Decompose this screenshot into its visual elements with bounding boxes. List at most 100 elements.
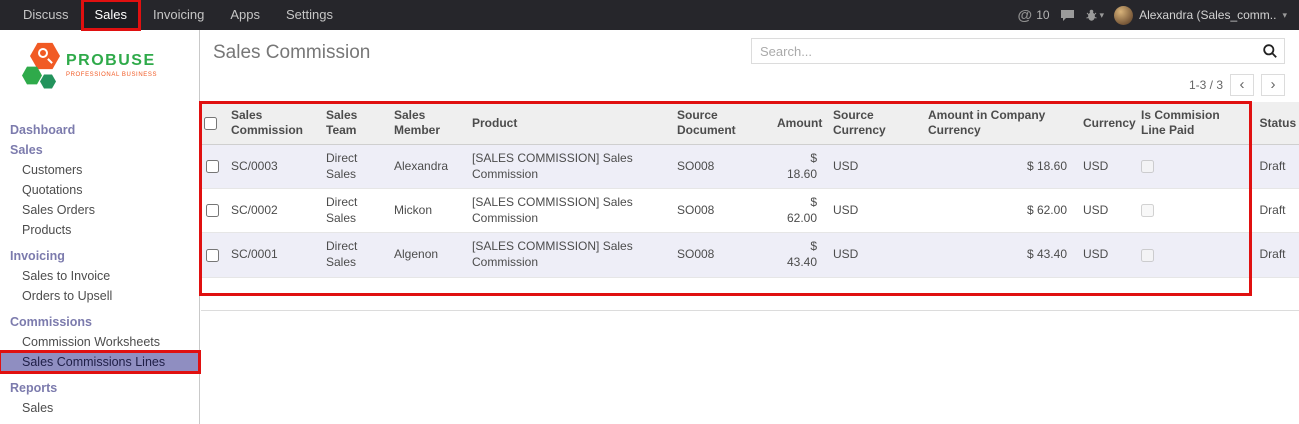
table-row[interactable]: SC/0002 Direct Sales Mickon [SALES COMMI… [201,189,1299,233]
cell-status[interactable]: Draft [1251,233,1299,277]
row-select-checkbox[interactable] [206,160,219,173]
sidebar-item-sales-orders[interactable]: Sales Orders [0,200,199,220]
cell-product[interactable]: [SALES COMMISSION] Sales Commission [464,189,669,233]
sidebar-heading-invoicing[interactable]: Invoicing [0,246,199,266]
cell-source-currency[interactable]: USD [825,233,920,277]
col-header-amount-company-currency[interactable]: Amount in Company Currency [920,102,1075,145]
col-header-source-currency[interactable]: Source Currency [825,102,920,145]
cell-amount[interactable]: $ 18.60 [769,145,825,189]
sidebar-item-customers[interactable]: Customers [0,160,199,180]
is-paid-checkbox [1141,249,1154,262]
sidebar-item-sales-commissions-lines[interactable]: Sales Commissions Lines [0,352,199,372]
select-all-checkbox[interactable] [204,117,217,130]
debug-menu-button[interactable]: ▾ [1085,9,1105,22]
search-box [751,38,1285,64]
search-input[interactable] [752,44,1262,59]
sidebar-item-reports-sales[interactable]: Sales [0,398,199,418]
mention-count: 10 [1036,8,1049,22]
bug-icon [1085,9,1098,22]
menu-settings[interactable]: Settings [273,0,346,30]
sidebar-item-orders-to-upsell[interactable]: Orders to Upsell [0,286,199,306]
sidebar-item-commission-worksheets[interactable]: Commission Worksheets [0,332,199,352]
cell-amount[interactable]: $ 62.00 [769,189,825,233]
col-header-source-document[interactable]: Source Document [669,102,769,145]
cell-product[interactable]: [SALES COMMISSION] Sales Commission [464,145,669,189]
menu-apps[interactable]: Apps [217,0,273,30]
cell-sales-team[interactable]: Direct Sales [318,145,386,189]
sidebar-heading-dashboard[interactable]: Dashboard [0,120,199,140]
sidebar-item-sales-to-invoice[interactable]: Sales to Invoice [0,266,199,286]
sidebar-item-products[interactable]: Products [0,220,199,240]
pager-previous-button[interactable]: ‹ [1230,74,1254,96]
cell-sales-member[interactable]: Alexandra [386,145,464,189]
table-header-row: Sales Commission Sales Team Sales Member… [201,102,1299,145]
cell-source-document[interactable]: SO008 [669,145,769,189]
menu-invoicing[interactable]: Invoicing [140,0,217,30]
sidebar-heading-sales[interactable]: Sales [0,140,199,160]
chevron-down-icon: ▾ [1100,10,1105,21]
logo-hexagon-teal [40,74,56,89]
cell-sales-commission[interactable]: SC/0001 [223,233,318,277]
col-header-currency[interactable]: Currency [1075,102,1133,145]
col-header-amount[interactable]: Amount [769,102,825,145]
pager: 1-3 / 3 ‹ › [1189,74,1285,96]
pager-next-button[interactable]: › [1261,74,1285,96]
cell-amount-company-currency[interactable]: $ 62.00 [920,189,1075,233]
topbar: Discuss Sales Invoicing Apps Settings @ … [0,0,1299,30]
cell-amount[interactable]: $ 43.40 [769,233,825,277]
cell-sales-member[interactable]: Algenon [386,233,464,277]
col-header-sales-team[interactable]: Sales Team [318,102,386,145]
chevron-down-icon: ▾ [1282,10,1287,21]
cell-sales-commission[interactable]: SC/0003 [223,145,318,189]
col-header-sales-member[interactable]: Sales Member [386,102,464,145]
avatar [1114,6,1133,25]
sidebar-heading-commissions[interactable]: Commissions [0,312,199,332]
mentions-button[interactable]: @ 10 [1018,7,1050,24]
main-menu: Discuss Sales Invoicing Apps Settings [0,0,346,30]
cell-status[interactable]: Draft [1251,145,1299,189]
sidebar-heading-reports[interactable]: Reports [0,378,199,398]
logo-title: PROBUSE [66,52,156,69]
commission-lines-table: Sales Commission Sales Team Sales Member… [201,102,1299,278]
messages-icon[interactable] [1060,9,1075,22]
cell-sales-team[interactable]: Direct Sales [318,233,386,277]
search-icon[interactable] [1262,43,1284,59]
sidebar-nav: Dashboard Sales Customers Quotations Sal… [0,120,199,418]
menu-sales[interactable]: Sales [82,0,141,30]
table-row[interactable]: SC/0003 Direct Sales Alexandra [SALES CO… [201,145,1299,189]
cell-product[interactable]: [SALES COMMISSION] Sales Commission [464,233,669,277]
col-header-sales-commission[interactable]: Sales Commission [223,102,318,145]
is-paid-checkbox [1141,160,1154,173]
table-row[interactable]: SC/0001 Direct Sales Algenon [SALES COMM… [201,233,1299,277]
magnifier-icon [38,48,48,58]
cell-sales-team[interactable]: Direct Sales [318,189,386,233]
row-select-checkbox[interactable] [206,204,219,217]
cell-currency[interactable]: USD [1075,145,1133,189]
user-name: Alexandra (Sales_comm.. [1139,8,1276,22]
cell-currency[interactable]: USD [1075,189,1133,233]
app-logo: PROBUSE PROFESSIONAL BUSINESS [0,30,199,120]
pager-range: 1-3 / 3 [1189,78,1223,92]
listview-bottom-border [201,310,1299,311]
col-header-is-commission-line-paid[interactable]: Is Commision Line Paid [1133,102,1251,145]
cell-source-document[interactable]: SO008 [669,189,769,233]
topbar-right: @ 10 ▾ Alexandra (Sales_comm.. ▾ [1018,0,1299,30]
cell-source-currency[interactable]: USD [825,145,920,189]
col-header-status[interactable]: Status [1251,102,1299,145]
cell-is-paid [1133,145,1251,189]
cell-amount-company-currency[interactable]: $ 43.40 [920,233,1075,277]
cell-sales-member[interactable]: Mickon [386,189,464,233]
cell-status[interactable]: Draft [1251,189,1299,233]
cell-source-document[interactable]: SO008 [669,233,769,277]
cell-is-paid [1133,189,1251,233]
user-menu[interactable]: Alexandra (Sales_comm.. ▾ [1114,6,1287,25]
cell-source-currency[interactable]: USD [825,189,920,233]
cell-sales-commission[interactable]: SC/0002 [223,189,318,233]
row-select-checkbox[interactable] [206,249,219,262]
cell-amount-company-currency[interactable]: $ 18.60 [920,145,1075,189]
col-header-product[interactable]: Product [464,102,669,145]
sidebar-item-quotations[interactable]: Quotations [0,180,199,200]
is-paid-checkbox [1141,204,1154,217]
menu-discuss[interactable]: Discuss [10,0,82,30]
cell-currency[interactable]: USD [1075,233,1133,277]
